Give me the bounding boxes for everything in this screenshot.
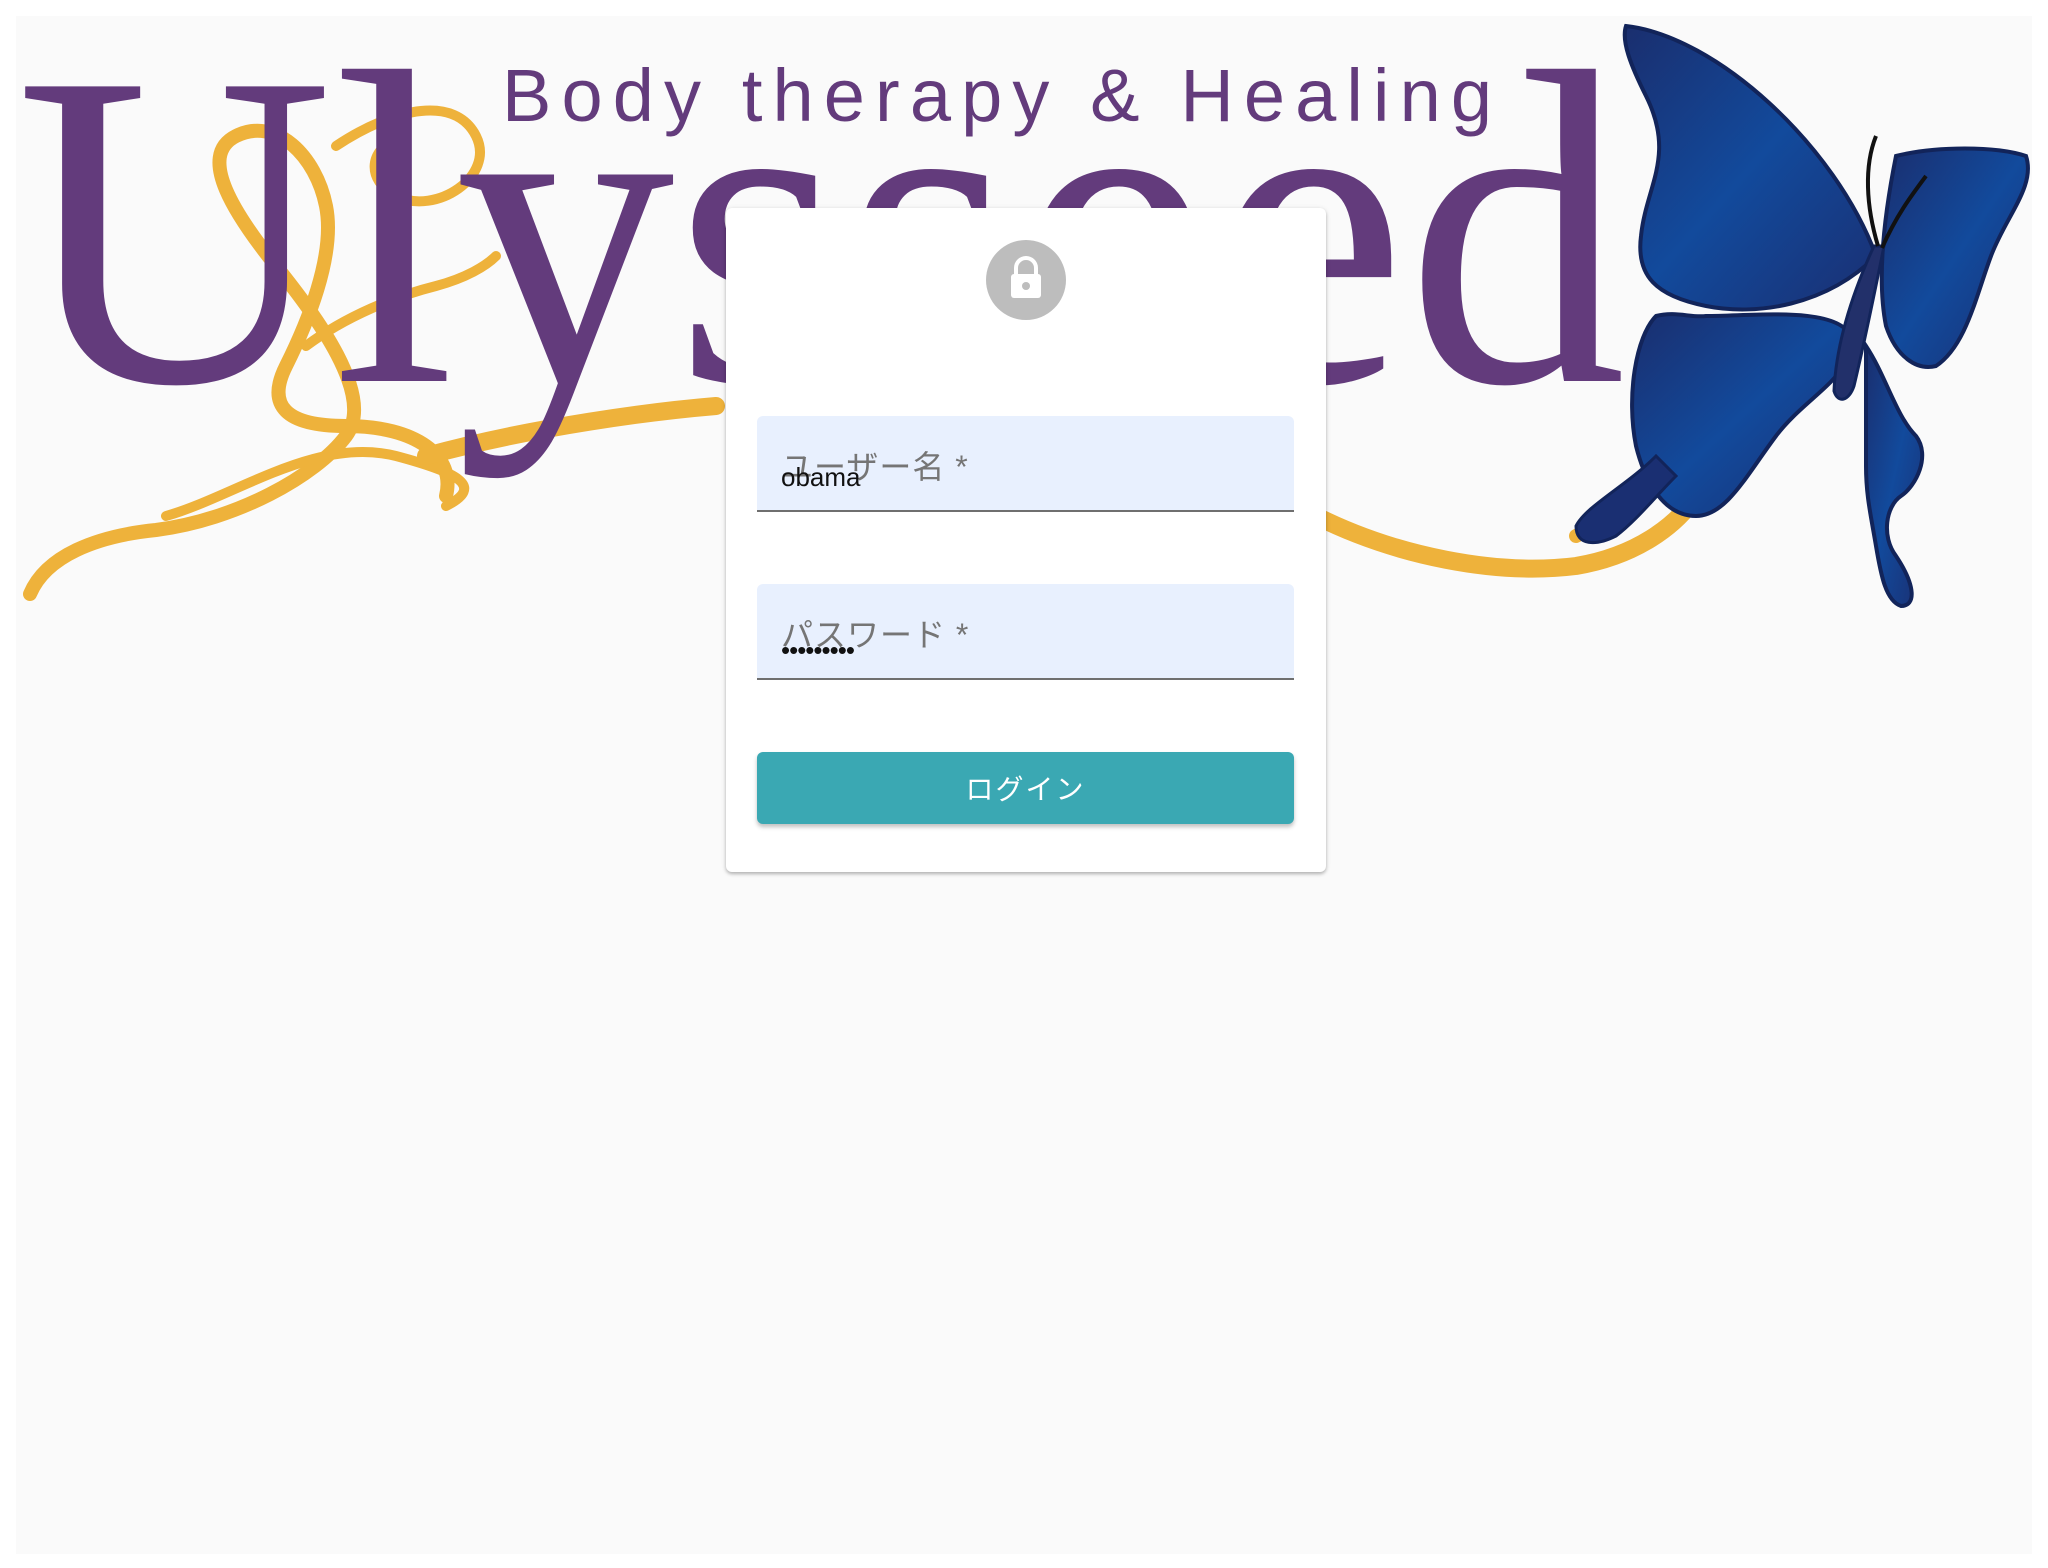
lock-avatar <box>986 240 1066 320</box>
username-field[interactable]: ユーザー名 * obama <box>757 416 1294 512</box>
login-button[interactable]: ログイン <box>757 752 1294 824</box>
username-input[interactable]: obama <box>781 462 861 493</box>
password-field[interactable]: パスワード * ••••••••• <box>757 584 1294 680</box>
butterfly-icon <box>1574 23 2030 609</box>
password-input[interactable]: ••••••••• <box>781 637 855 663</box>
lock-icon <box>1006 255 1046 305</box>
login-card: ユーザー名 * obama パスワード * ••••••••• ログイン <box>726 208 1326 872</box>
login-page: Ulysseed Body therapy & Healing <box>16 16 2032 1554</box>
